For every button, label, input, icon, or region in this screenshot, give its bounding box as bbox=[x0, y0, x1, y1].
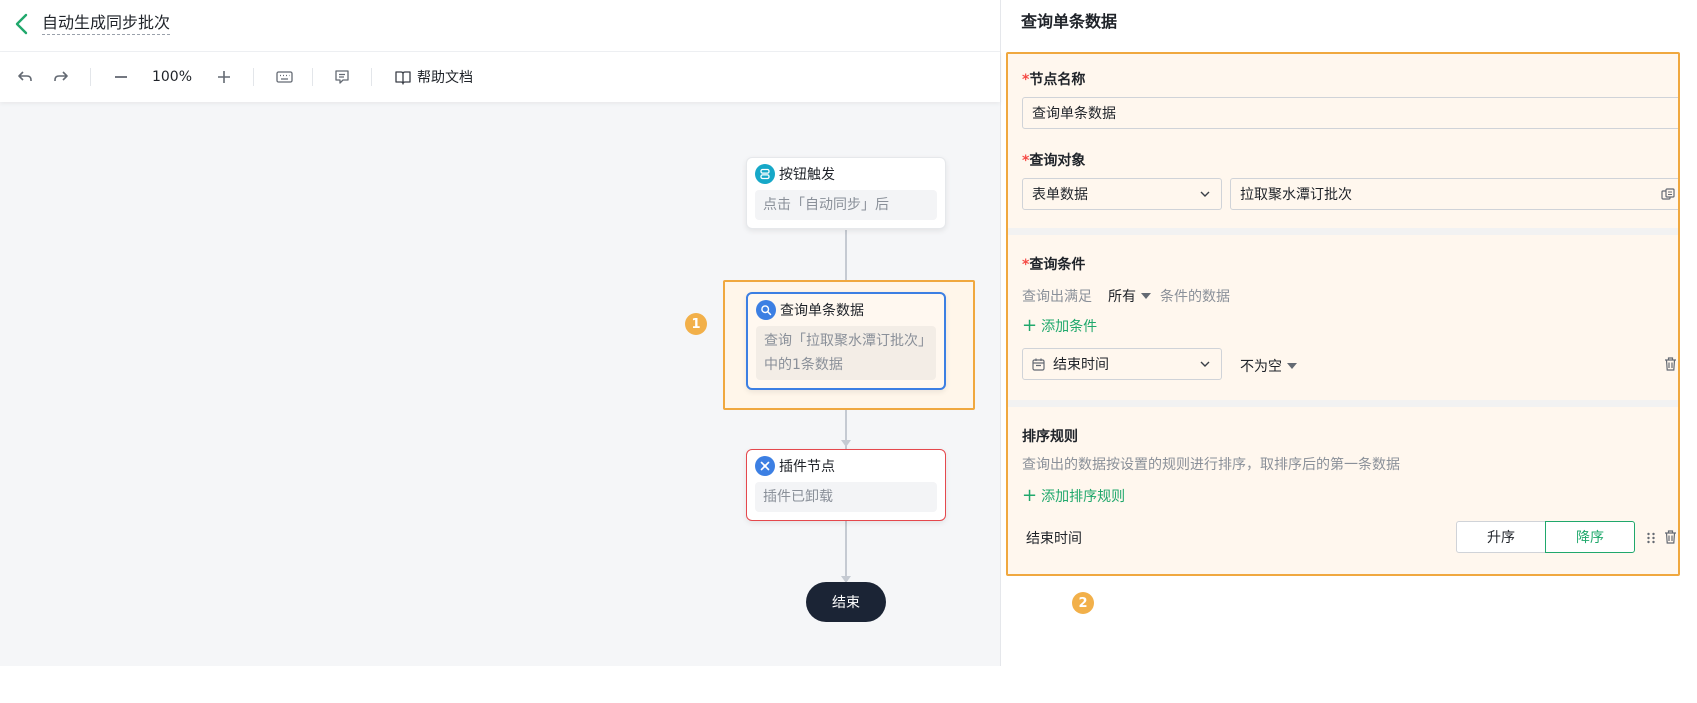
section-divider bbox=[1008, 228, 1678, 235]
table-link-icon[interactable] bbox=[1661, 188, 1675, 201]
help-docs-label: 帮助文档 bbox=[417, 70, 473, 86]
node-header: 插件节点 bbox=[747, 450, 945, 482]
node-title: 查询单条数据 bbox=[780, 303, 864, 319]
comments-button[interactable] bbox=[328, 52, 356, 102]
node-description: 插件已卸载 bbox=[755, 482, 937, 512]
redo-button[interactable] bbox=[48, 52, 74, 102]
query-object-type-select[interactable]: 表单数据 bbox=[1022, 178, 1222, 210]
annotation-badge-1: 1 bbox=[685, 313, 707, 335]
drag-handle-icon bbox=[1647, 532, 1655, 544]
flow-title[interactable]: 自动生成同步批次 bbox=[42, 12, 171, 35]
sort-descending-button[interactable]: 降序 bbox=[1545, 521, 1635, 553]
database-icon bbox=[755, 164, 775, 184]
undo-button[interactable] bbox=[12, 52, 38, 102]
node-config-panel: 查询单条数据 *节点名称 查询单条数据 *查询对象 表单数据 拉取聚水潭订批次 … bbox=[1000, 0, 1697, 666]
chevron-down-icon bbox=[1200, 191, 1210, 197]
chevron-down-icon bbox=[1200, 361, 1210, 367]
calendar-icon bbox=[1032, 358, 1045, 371]
flow-end-node[interactable]: 结束 bbox=[806, 582, 886, 622]
toolbar-divider bbox=[90, 68, 91, 86]
sort-field-label: 结束时间 bbox=[1026, 531, 1082, 547]
node-header: 查询单条数据 bbox=[748, 294, 944, 326]
caret-down-icon bbox=[1287, 363, 1297, 369]
query-conditions-label: *查询条件 bbox=[1022, 257, 1086, 273]
minus-icon bbox=[115, 76, 127, 78]
node-title: 按钮触发 bbox=[779, 167, 835, 183]
flow-canvas[interactable]: 按钮触发 点击「自动同步」后 1 查询单条数据 查询「拉取聚水潭订批次」中的1条… bbox=[0, 102, 1000, 666]
condition-operator-dropdown[interactable]: 不为空 bbox=[1240, 356, 1297, 376]
book-icon bbox=[395, 70, 411, 85]
plus-icon: + bbox=[1022, 315, 1038, 336]
top-bar: 自动生成同步批次 bbox=[0, 0, 1000, 52]
help-docs-button[interactable]: 帮助文档 bbox=[392, 52, 476, 102]
undo-icon bbox=[18, 71, 32, 81]
toolbar-divider bbox=[312, 68, 313, 86]
plugin-icon bbox=[755, 456, 775, 476]
zoom-in-button[interactable] bbox=[211, 52, 237, 102]
query-object-label: *查询对象 bbox=[1022, 153, 1086, 169]
toolbar-divider bbox=[253, 68, 254, 86]
search-icon bbox=[756, 300, 776, 320]
add-sort-rule-button[interactable]: + 添加排序规则 bbox=[1022, 486, 1125, 506]
node-description: 查询「拉取聚水潭订批次」中的1条数据 bbox=[756, 326, 936, 380]
back-button[interactable] bbox=[8, 10, 36, 38]
node-title: 插件节点 bbox=[779, 459, 835, 475]
flow-node-plugin[interactable]: 插件节点 插件已卸载 bbox=[746, 449, 946, 521]
trash-icon bbox=[1664, 530, 1676, 544]
node-name-label: *节点名称 bbox=[1022, 72, 1086, 88]
sort-ascending-button[interactable]: 升序 bbox=[1456, 521, 1546, 553]
select-value: 表单数据 bbox=[1032, 187, 1088, 203]
flow-node-query-single[interactable]: 查询单条数据 查询「拉取聚水潭订批次」中的1条数据 bbox=[746, 292, 946, 390]
connector-arrow bbox=[841, 440, 851, 447]
plus-icon bbox=[218, 71, 230, 83]
add-condition-button[interactable]: + 添加条件 bbox=[1022, 316, 1097, 336]
conditions-suffix-text: 条件的数据 bbox=[1160, 289, 1230, 305]
sort-rules-label: 排序规则 bbox=[1022, 429, 1078, 445]
delete-condition-button[interactable] bbox=[1663, 357, 1677, 371]
flow-node-trigger[interactable]: 按钮触发 点击「自动同步」后 bbox=[746, 157, 946, 229]
select-value: 结束时间 bbox=[1053, 357, 1109, 373]
keyboard-icon bbox=[275, 71, 293, 83]
node-description: 点击「自动同步」后 bbox=[755, 190, 937, 220]
plus-icon: + bbox=[1022, 485, 1038, 506]
toolbar-divider bbox=[371, 68, 372, 86]
condition-match-dropdown[interactable]: 所有 bbox=[1108, 286, 1151, 306]
highlight-annotation-2: *节点名称 查询单条数据 *查询对象 表单数据 拉取聚水潭订批次 *查询条件 查… bbox=[1006, 52, 1680, 576]
condition-field-select[interactable]: 结束时间 bbox=[1022, 348, 1222, 380]
drag-handle[interactable] bbox=[1645, 531, 1657, 545]
caret-down-icon bbox=[1141, 293, 1151, 299]
zoom-value: 100% bbox=[151, 69, 193, 85]
sort-rules-hint: 查询出的数据按设置的规则进行排序，取排序后的第一条数据 bbox=[1022, 457, 1400, 473]
redo-icon bbox=[54, 71, 68, 81]
node-header: 按钮触发 bbox=[747, 158, 945, 190]
keyboard-shortcuts-button[interactable] bbox=[270, 52, 298, 102]
select-value: 拉取聚水潭订批次 bbox=[1240, 187, 1352, 203]
section-divider bbox=[1008, 400, 1678, 407]
zoom-level: 100% bbox=[146, 52, 198, 102]
canvas-toolbar: 100% 帮助文档 bbox=[0, 52, 1000, 102]
zoom-out-button[interactable] bbox=[108, 52, 134, 102]
panel-title: 查询单条数据 bbox=[1021, 12, 1118, 31]
conditions-prefix-text: 查询出满足 bbox=[1022, 289, 1092, 305]
trash-icon bbox=[1664, 357, 1676, 371]
connector-line bbox=[845, 522, 847, 582]
annotation-badge-2: 2 bbox=[1072, 592, 1094, 614]
node-name-input[interactable]: 查询单条数据 bbox=[1022, 97, 1678, 129]
comment-icon bbox=[335, 70, 349, 84]
query-object-target-select[interactable]: 拉取聚水潭订批次 bbox=[1230, 178, 1678, 210]
delete-sort-rule-button[interactable] bbox=[1663, 530, 1677, 544]
chevron-left-icon bbox=[15, 13, 28, 35]
